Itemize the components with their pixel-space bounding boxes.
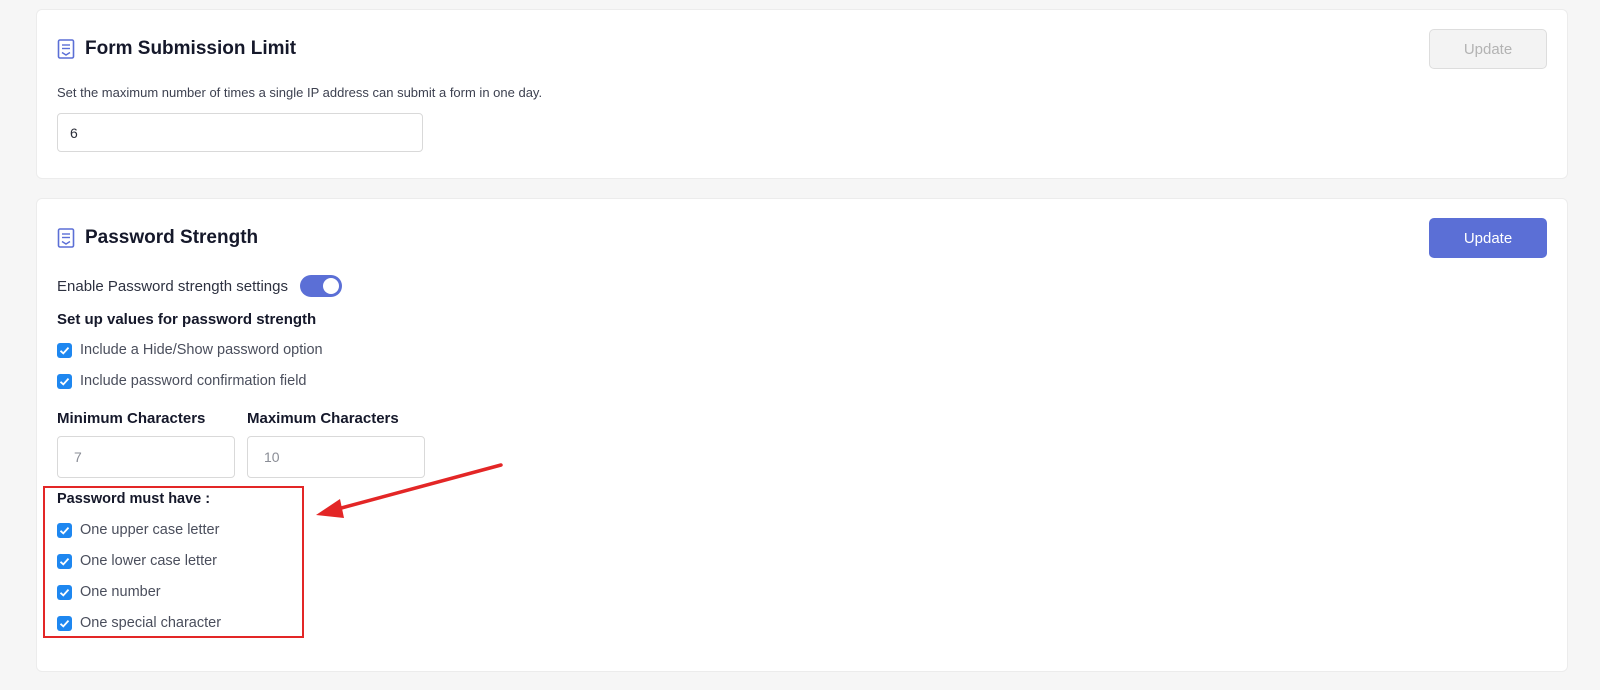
check-icon — [59, 346, 70, 355]
password-strength-update-button[interactable]: Update — [1429, 218, 1547, 258]
form-limit-title: Form Submission Limit — [85, 38, 297, 59]
document-icon — [57, 228, 75, 248]
setup-heading: Set up values for password strength — [57, 311, 317, 328]
form-limit-value: 6 — [70, 124, 78, 141]
check-icon — [59, 377, 70, 386]
form-limit-input[interactable]: 6 — [57, 113, 423, 152]
arrow-annotation — [316, 463, 503, 518]
toggle-knob — [322, 278, 339, 294]
checkbox[interactable] — [57, 342, 72, 358]
enable-strength-toggle[interactable] — [299, 275, 342, 297]
option-hide-show[interactable]: Include a Hide/Show password option — [57, 342, 323, 358]
option-confirmation-field[interactable]: Include password confirmation field — [57, 373, 306, 389]
password-strength-title: Password Strength — [85, 227, 259, 248]
min-characters-input[interactable]: 7 — [57, 436, 235, 478]
min-characters-value: 7 — [74, 449, 82, 465]
enable-strength-label: Enable Password strength settings — [57, 277, 288, 295]
option-label: Include a Hide/Show password option — [80, 342, 323, 358]
form-submission-limit-card: Form Submission Limit Update Set the max… — [36, 9, 1568, 179]
option-label: Include password confirmation field — [80, 373, 307, 389]
enable-strength-row: Enable Password strength settings — [57, 275, 342, 297]
document-icon — [57, 39, 75, 59]
max-characters-value: 10 — [264, 449, 280, 465]
form-limit-description: Set the maximum number of times a single… — [57, 85, 543, 100]
min-characters-label: Minimum Characters — [57, 410, 206, 427]
password-strength-title-row: Password Strength — [57, 227, 258, 249]
form-limit-update-button[interactable]: Update — [1429, 29, 1547, 69]
annotation-highlight-box — [43, 486, 304, 638]
max-characters-label: Maximum Characters — [247, 410, 399, 427]
checkbox[interactable] — [57, 373, 72, 389]
form-limit-title-row: Form Submission Limit — [57, 38, 296, 60]
